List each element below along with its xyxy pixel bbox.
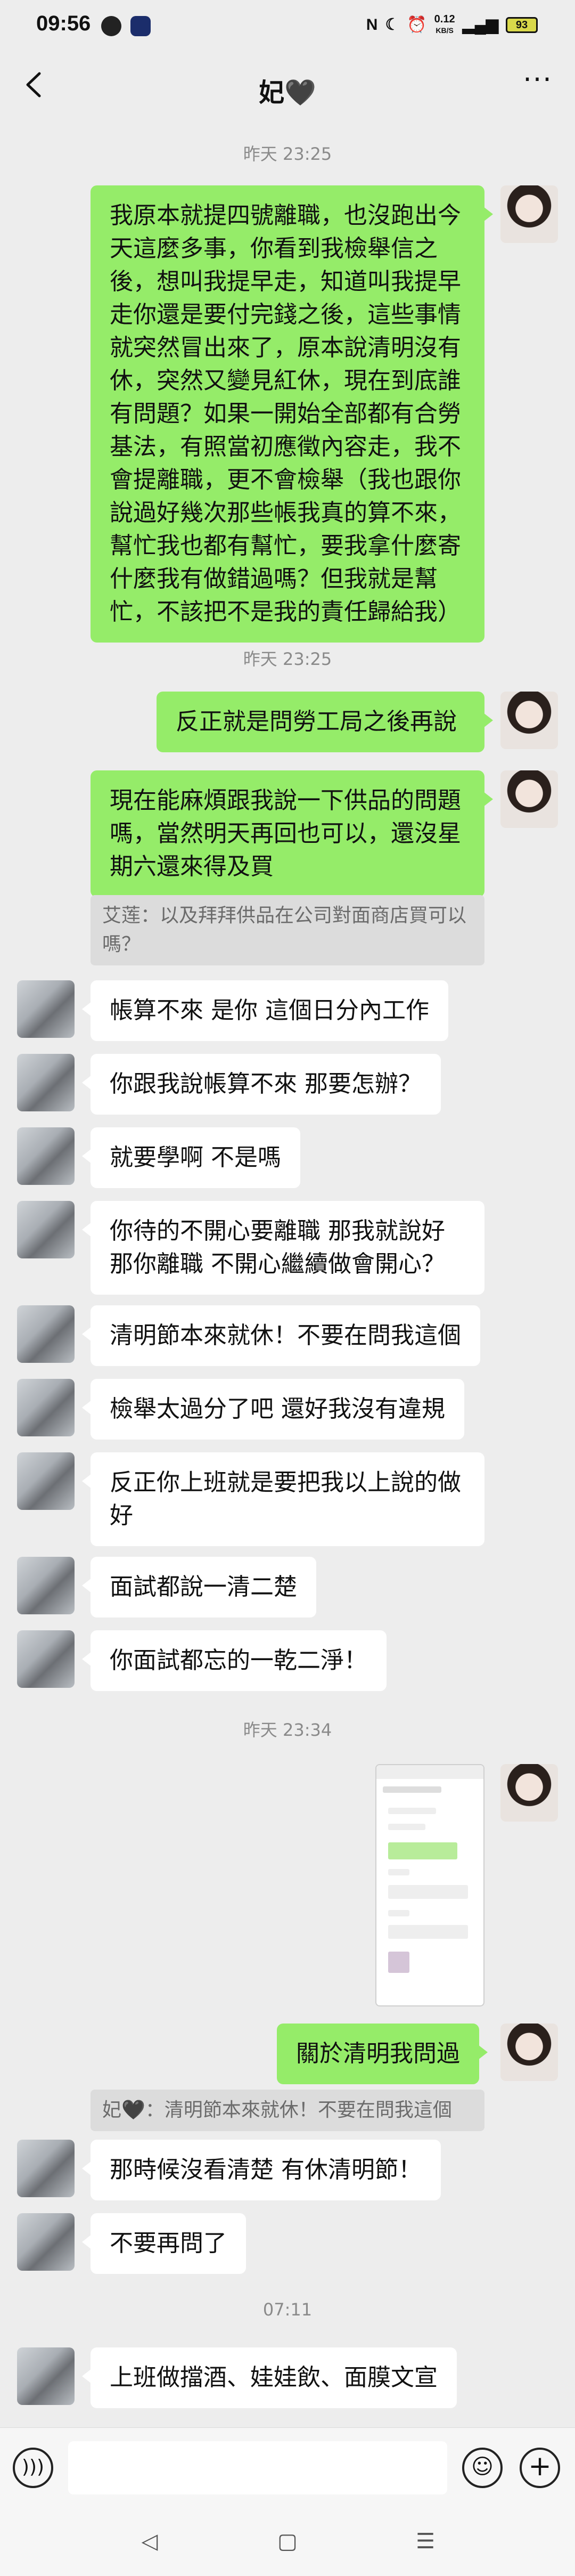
message-bubble[interactable]: 反正就是問勞工局之後再說 bbox=[157, 692, 493, 752]
message-bubble[interactable]: 帳算不來 是你 這個日分內工作 bbox=[82, 980, 448, 1041]
timestamp: 昨天 23:25 bbox=[243, 144, 332, 164]
input-bar: ))) ☺ + bbox=[0, 2427, 575, 2507]
recents-icon: ☰ bbox=[416, 2529, 435, 2554]
timestamp: 07:11 bbox=[262, 2299, 313, 2320]
moon-icon: ☾ bbox=[385, 16, 400, 34]
thumbnail-line bbox=[388, 1842, 457, 1859]
app-notification-icon bbox=[130, 16, 151, 36]
emoji-button[interactable]: ☺ bbox=[462, 2448, 503, 2488]
chat-area[interactable]: 昨天 23:25 我原本就提四號離職，也沒跑出今天這麼多事，你看到我檢舉信之後，… bbox=[0, 120, 575, 2427]
thumbnail-line bbox=[388, 1952, 409, 1973]
status-time: 09:56 bbox=[36, 12, 91, 35]
message-bubble[interactable]: 清明節本來就休！不要在問我這個 bbox=[82, 1305, 480, 1366]
emoji-icon: ☺ bbox=[471, 2455, 494, 2479]
plus-button[interactable]: + bbox=[520, 2448, 560, 2488]
nav-home-button[interactable]: ▢ bbox=[269, 2525, 306, 2557]
avatar[interactable] bbox=[17, 1557, 75, 1614]
nav-recents-button[interactable]: ☰ bbox=[407, 2525, 444, 2557]
timestamp: 昨天 23:25 bbox=[243, 649, 332, 669]
image-thumbnail-bar bbox=[376, 1765, 483, 1779]
quoted-reply[interactable]: 妃🖤：清明節本來就休！不要在問我這個 bbox=[91, 2090, 484, 2131]
nav-back-button[interactable]: ◁ bbox=[131, 2525, 168, 2557]
thumbnail-line bbox=[388, 1869, 409, 1875]
voice-icon: ))) bbox=[21, 2456, 45, 2478]
avatar[interactable] bbox=[17, 2347, 75, 2405]
message-bubble[interactable]: 那時候沒看清楚 有休清明節！ bbox=[82, 2140, 441, 2200]
nfc-icon: N bbox=[366, 15, 378, 34]
message-bubble[interactable]: 我原本就提四號離職，也沒跑出今天這麼多事，你看到我檢舉信之後，想叫我提早走，知道… bbox=[91, 185, 493, 643]
avatar[interactable] bbox=[500, 2024, 558, 2081]
alarm-icon: ⏰ bbox=[407, 16, 427, 34]
message-bubble[interactable]: 不要再問了 bbox=[82, 2213, 246, 2274]
signal-icon: ▂▄▆ bbox=[462, 16, 498, 34]
message-bubble[interactable]: 現在能麻煩跟我說一下供品的問題嗎，當然明天再回也可以，還沒星期六還來得及買 bbox=[91, 770, 493, 897]
avatar[interactable] bbox=[17, 1054, 75, 1111]
status-indicators: N ☾ ⏰ 0.12 KB/S ▂▄▆ 93 bbox=[366, 14, 538, 36]
thumbnail-line bbox=[388, 1925, 468, 1939]
avatar[interactable] bbox=[500, 770, 558, 828]
avatar[interactable] bbox=[17, 1452, 75, 1510]
avatar[interactable] bbox=[17, 1201, 75, 1258]
voice-button[interactable]: ))) bbox=[13, 2448, 53, 2488]
more-button[interactable]: ··· bbox=[516, 65, 559, 102]
title-bar: 妃🖤 ··· bbox=[0, 53, 575, 120]
quoted-reply[interactable]: 艾莲：以及拜拜供品在公司對面商店買可以嗎？ bbox=[91, 895, 484, 965]
avatar[interactable] bbox=[17, 980, 75, 1038]
message-bubble[interactable]: 反正你上班就是要把我以上說的做好 bbox=[82, 1452, 484, 1546]
avatar[interactable] bbox=[17, 1630, 75, 1688]
plus-icon: + bbox=[528, 2450, 552, 2482]
message-input[interactable] bbox=[68, 2441, 447, 2494]
avatar[interactable] bbox=[17, 1379, 75, 1436]
avatar[interactable] bbox=[500, 692, 558, 749]
message-bubble[interactable]: 關於清明我問過 bbox=[277, 2024, 488, 2084]
chat-title: 妃🖤 bbox=[259, 78, 316, 108]
thumbnail-line bbox=[383, 1786, 441, 1793]
app-notification-icon bbox=[101, 16, 121, 36]
thumbnail-line bbox=[388, 1824, 425, 1830]
avatar[interactable] bbox=[500, 1764, 558, 1822]
back-triangle-icon: ◁ bbox=[141, 2529, 158, 2554]
system-nav-bar: ◁ ▢ ☰ bbox=[0, 2507, 575, 2576]
message-bubble[interactable]: 就要學啊 不是嗎 bbox=[82, 1127, 300, 1188]
message-bubble[interactable]: 面試都說一清二楚 bbox=[82, 1557, 316, 1618]
message-bubble[interactable]: 你待的不開心要離職 那我就說好那你離職 不開心繼續做會開心？ bbox=[82, 1201, 484, 1295]
avatar[interactable] bbox=[17, 2140, 75, 2197]
image-message[interactable] bbox=[375, 1764, 484, 2006]
message-bubble[interactable]: 上班做擋酒、娃娃飲、面膜文宣 bbox=[82, 2347, 457, 2408]
thumbnail-line bbox=[388, 1910, 409, 1916]
message-bubble[interactable]: 檢舉太過分了吧 還好我沒有違規 bbox=[82, 1379, 464, 1440]
message-bubble[interactable]: 你跟我說帳算不來 那要怎辦？ bbox=[82, 1054, 441, 1115]
status-bar: 09:56 N ☾ ⏰ 0.12 KB/S ▂▄▆ 93 bbox=[0, 0, 575, 53]
avatar[interactable] bbox=[17, 1127, 75, 1185]
battery-indicator: 93 bbox=[506, 17, 538, 33]
thumbnail-line bbox=[388, 1885, 468, 1899]
avatar[interactable] bbox=[500, 185, 558, 243]
message-bubble[interactable]: 你面試都忘的一乾二淨！ bbox=[82, 1630, 387, 1691]
net-speed: 0.12 KB/S bbox=[434, 13, 455, 35]
thumbnail-line bbox=[388, 1808, 436, 1814]
avatar[interactable] bbox=[17, 1305, 75, 1363]
avatar[interactable] bbox=[17, 2213, 75, 2271]
home-square-icon: ▢ bbox=[277, 2529, 298, 2554]
timestamp: 昨天 23:34 bbox=[243, 1720, 332, 1740]
more-dots-icon: ··· bbox=[523, 64, 553, 96]
